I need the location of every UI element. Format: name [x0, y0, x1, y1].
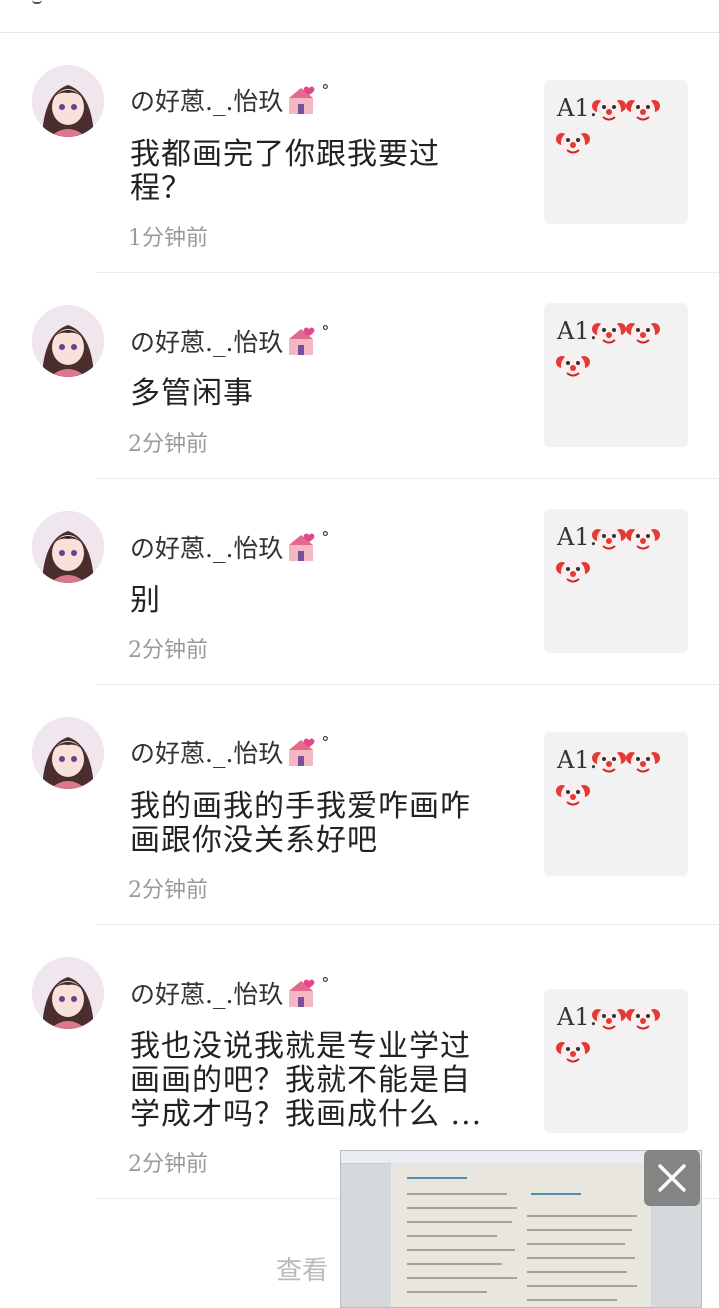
close-button[interactable]	[644, 1150, 700, 1206]
comment-text: 我的画我的手我爱咋画咋画跟你没关系好吧	[130, 789, 471, 858]
clown-face-icon	[592, 1001, 626, 1035]
close-icon	[658, 1164, 686, 1192]
clown-face-icon	[626, 1001, 660, 1035]
avatar[interactable]	[32, 511, 104, 583]
comment-time: 2分钟前	[128, 638, 208, 663]
divider	[96, 272, 719, 273]
wedding-chapel-hearts-icon	[285, 736, 319, 768]
clown-face-icon	[592, 315, 626, 349]
wedding-chapel-hearts-icon	[285, 531, 319, 563]
divider	[96, 924, 719, 925]
comment-time: 2分钟前	[128, 878, 208, 903]
clown-face-icon	[626, 92, 660, 126]
username[interactable]: の好蒽._.怡玖 °	[130, 81, 329, 118]
avatar[interactable]	[32, 305, 104, 377]
back-fragment-icon	[32, 0, 42, 4]
divider	[96, 478, 719, 479]
clown-face-icon	[556, 1034, 590, 1068]
wedding-chapel-hearts-icon	[285, 84, 319, 116]
document-preview-image	[391, 1163, 651, 1307]
avatar[interactable]	[32, 717, 104, 789]
clown-face-icon	[556, 554, 590, 588]
clown-face-icon	[592, 521, 626, 555]
username[interactable]: の好蒽._.怡玖 °	[130, 733, 329, 770]
avatar[interactable]	[32, 957, 104, 1029]
divider	[96, 684, 719, 685]
comment-text: 别	[130, 583, 161, 618]
post-preview[interactable]: A1.	[544, 303, 688, 447]
post-preview[interactable]: A1.	[544, 80, 688, 224]
comment-time: 2分钟前	[128, 432, 208, 457]
wedding-chapel-hearts-icon	[285, 977, 319, 1009]
clown-face-icon	[592, 744, 626, 778]
clown-face-icon	[626, 315, 660, 349]
post-preview[interactable]: A1.	[544, 989, 688, 1133]
clown-face-icon	[556, 125, 590, 159]
comment-time: 1分钟前	[128, 226, 208, 251]
clown-face-icon	[556, 348, 590, 382]
top-bar	[0, 0, 719, 33]
avatar[interactable]	[32, 65, 104, 137]
clown-face-icon	[626, 521, 660, 555]
comment-time: 2分钟前	[128, 1152, 208, 1177]
comment-text: 我都画完了你跟我要过程？	[130, 137, 440, 206]
comment-text: 多管闲事	[130, 376, 254, 411]
clown-face-icon	[626, 744, 660, 778]
username[interactable]: の好蒽._.怡玖 °	[130, 528, 329, 565]
comment-text: 我也没说我就是专业学过画画的吧？我就不能是自学成才吗？我画成什么 ...	[130, 1029, 483, 1132]
post-preview[interactable]: A1.	[544, 732, 688, 876]
username[interactable]: の好蒽._.怡玖 °	[130, 322, 329, 359]
post-preview[interactable]: A1.	[544, 509, 688, 653]
clown-face-icon	[592, 92, 626, 126]
wedding-chapel-hearts-icon	[285, 325, 319, 357]
username[interactable]: の好蒽._.怡玖 °	[130, 974, 329, 1011]
clown-face-icon	[556, 777, 590, 811]
view-more-link[interactable]: 查看	[276, 1250, 328, 1287]
